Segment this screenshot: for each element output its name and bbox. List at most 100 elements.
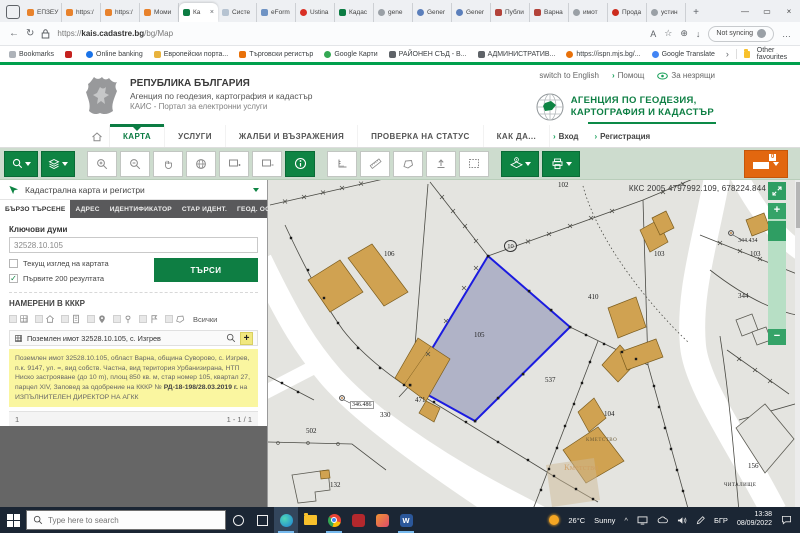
taskbar-word-icon[interactable]: w — [394, 507, 418, 533]
speaker-icon[interactable] — [677, 516, 687, 525]
browser-tab[interactable]: Публи × — [491, 3, 530, 22]
map-viewport[interactable]: 102106103344.434103410344105537471330502… — [268, 180, 800, 507]
taskbar-app-red-icon[interactable] — [346, 507, 370, 533]
upload-export-button[interactable] — [426, 151, 456, 177]
coordinates-tool-button[interactable] — [327, 151, 357, 177]
first-200-checkbox-row[interactable]: ✓ Първите 200 резултата — [9, 274, 159, 283]
filter-building[interactable] — [61, 314, 81, 324]
taskbar-app-orange-icon[interactable] — [370, 507, 394, 533]
taskbar-chrome-icon[interactable] — [322, 507, 346, 533]
zoom-in-button[interactable]: + — [768, 203, 786, 219]
zoom-to-result-icon[interactable] — [226, 333, 236, 343]
weather-condition[interactable]: Sunny — [594, 516, 615, 525]
agency-logo[interactable]: АГЕНЦИЯ ПО ГЕОДЕЗИЯ,КАРТОГРАФИЯ И КАДАСТ… — [535, 92, 714, 122]
measure-distance-icon[interactable] — [360, 151, 390, 177]
taskbar-clock[interactable]: 13:38 08/09/2022 — [737, 511, 772, 529]
keywords-input[interactable] — [9, 237, 258, 253]
bookmark-item[interactable]: Европейски порта... — [154, 51, 228, 58]
bookmark-item[interactable] — [65, 51, 75, 58]
browser-tab[interactable]: имот × — [569, 3, 608, 22]
url-field[interactable]: https://kais.cadastre.bg/bg/Map — [57, 29, 173, 38]
result-row[interactable]: Поземлен имот 32528.10.105, с. Изгрев + — [9, 330, 258, 346]
cadastral-map-canvas[interactable] — [268, 180, 800, 507]
chevron-down-icon[interactable] — [253, 188, 259, 195]
browser-tab[interactable]: Gener × — [413, 3, 452, 22]
minimize-button[interactable]: — — [734, 0, 756, 22]
back-icon[interactable]: ← — [9, 29, 19, 39]
filter-location-pin[interactable] — [87, 314, 107, 324]
taskbar-search-input[interactable] — [48, 516, 208, 525]
checkbox-checked-icon[interactable]: ✓ — [9, 274, 18, 283]
page-scrollbar[interactable] — [795, 180, 800, 507]
filter-polygon[interactable] — [165, 314, 185, 324]
tab-close-icon[interactable]: × — [210, 9, 214, 16]
measure-area-polygon-button[interactable] — [393, 151, 423, 177]
browser-tab[interactable]: eForm × — [257, 3, 296, 22]
task-view-icon[interactable] — [250, 507, 274, 533]
zoom-out-button[interactable]: − — [768, 329, 786, 345]
browser-tab[interactable]: Прода × — [608, 3, 647, 22]
filter-all-label[interactable]: Всички — [193, 315, 217, 324]
bookmark-item[interactable]: Bookmarks — [9, 51, 54, 58]
zoom-slider-handle[interactable] — [768, 221, 786, 241]
zoom-rectangle-out-button[interactable] — [252, 151, 282, 177]
sidebar-tab[interactable]: ИДЕНТИФИКАТОР — [105, 200, 177, 218]
print-dropdown[interactable] — [542, 151, 580, 177]
pan-hand-tool-button[interactable] — [153, 151, 183, 177]
nav-item[interactable]: ЖАЛБИ И ВЪЗРАЖЕНИЯ — [226, 125, 358, 147]
bookmark-item[interactable]: АДМИНИСТРАТИВ... — [478, 51, 556, 58]
browser-tab[interactable]: Моми × — [140, 3, 179, 22]
search-tool-dropdown[interactable] — [4, 151, 38, 177]
switch-language-link[interactable]: switch to English — [539, 71, 599, 80]
select-region-button[interactable] — [459, 151, 489, 177]
notification-center-icon[interactable] — [781, 515, 792, 525]
bookmark-item[interactable]: Google Translate — [652, 51, 715, 58]
language-indicator[interactable]: БГР — [714, 516, 728, 525]
browser-tab[interactable]: Систе × — [218, 3, 257, 22]
sidebar-tab[interactable]: БЪРЗО ТЪРСЕНЕ — [0, 200, 70, 218]
browser-tab[interactable]: Gener × — [452, 3, 491, 22]
browser-tab[interactable]: Ка × — [179, 3, 218, 22]
monitor-icon[interactable] — [637, 516, 648, 525]
other-favourites-label[interactable]: Other favourites — [757, 47, 791, 61]
weather-temp[interactable]: 26°C — [568, 516, 585, 525]
browser-tab[interactable]: устин × — [647, 3, 686, 22]
sidebar-tab[interactable]: АДРЕС — [70, 200, 104, 218]
reload-icon[interactable]: ↻ — [26, 29, 34, 39]
browser-tab[interactable]: ЕПЗЕУ × — [23, 3, 62, 22]
taskbar-file-explorer-icon[interactable] — [298, 507, 322, 533]
add-result-icon[interactable]: + — [240, 332, 253, 345]
register-link[interactable]: ›Регистрация — [594, 132, 650, 141]
new-tab-button[interactable]: + — [688, 4, 704, 20]
notifications-menu-button[interactable]: 0 — [744, 150, 788, 178]
filter-tree[interactable] — [113, 314, 133, 324]
filter-grid[interactable] — [9, 314, 29, 324]
pen-icon[interactable] — [696, 516, 705, 525]
downloads-icon[interactable]: ↓ — [696, 29, 701, 39]
sidebar-tab[interactable]: СТАР ИДЕНТ. — [177, 200, 232, 218]
checkbox-unchecked-icon[interactable] — [9, 259, 18, 268]
help-link[interactable]: ›Помощ — [612, 71, 644, 80]
zoom-out-tool-button[interactable] — [120, 151, 150, 177]
maximize-button[interactable]: ▭ — [756, 0, 778, 22]
taskbar-search-box[interactable] — [26, 510, 226, 530]
login-link[interactable]: ›Вход — [553, 132, 578, 141]
browser-tab[interactable]: https:/ × — [101, 3, 140, 22]
layers-dropdown[interactable] — [41, 151, 75, 177]
scrollbar-thumb[interactable] — [796, 182, 800, 228]
home-icon[interactable] — [84, 125, 110, 147]
read-aloud-icon[interactable]: A — [650, 29, 656, 39]
browser-tab[interactable]: https:/ × — [62, 3, 101, 22]
nav-item[interactable]: КАРТА — [110, 125, 165, 147]
taskbar-edge-icon[interactable] — [274, 507, 298, 533]
browser-tab[interactable]: Кадас × — [335, 3, 374, 22]
browser-tab[interactable]: gene × — [374, 3, 413, 22]
current-view-checkbox-row[interactable]: Текущ изглед на картата — [9, 259, 159, 268]
filter-home[interactable] — [35, 314, 55, 324]
start-button[interactable] — [0, 507, 26, 533]
sidebar-panel-header[interactable]: Кадастрална карта и регистри — [0, 180, 267, 200]
profile-sync-button[interactable]: Not syncing — [708, 26, 774, 42]
nav-item[interactable]: КАК ДА... — [484, 125, 551, 147]
nav-item[interactable]: ПРОВЕРКА НА СТАТУС — [358, 125, 484, 147]
site-info-lock-icon[interactable] — [41, 29, 50, 39]
